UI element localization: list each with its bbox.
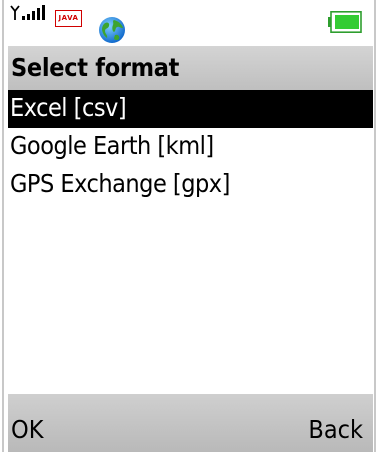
battery-icon	[328, 11, 362, 33]
device-frame-right	[374, 0, 376, 452]
globe-icon	[99, 17, 125, 43]
title-bar: Select format	[8, 46, 373, 90]
java-icon: JAVA	[55, 10, 82, 27]
page-title: Select format	[11, 53, 180, 82]
format-list: Excel [csv] Google Earth [kml] GPS Excha…	[8, 90, 373, 204]
ok-softkey[interactable]: OK	[11, 414, 43, 446]
device-frame-left	[2, 0, 4, 452]
softkey-bar: OK Back	[8, 394, 373, 452]
format-option-gps-exchange-gpx[interactable]: GPS Exchange [gpx]	[8, 166, 373, 204]
phone-screen: JAVA Select format Excel [csv] Google Ea…	[8, 0, 373, 452]
status-bar: JAVA	[8, 0, 373, 46]
format-option-google-earth-kml[interactable]: Google Earth [kml]	[8, 128, 373, 166]
signal-strength-icon	[10, 5, 45, 20]
back-softkey[interactable]: Back	[308, 414, 363, 446]
format-option-excel-csv[interactable]: Excel [csv]	[8, 90, 373, 128]
